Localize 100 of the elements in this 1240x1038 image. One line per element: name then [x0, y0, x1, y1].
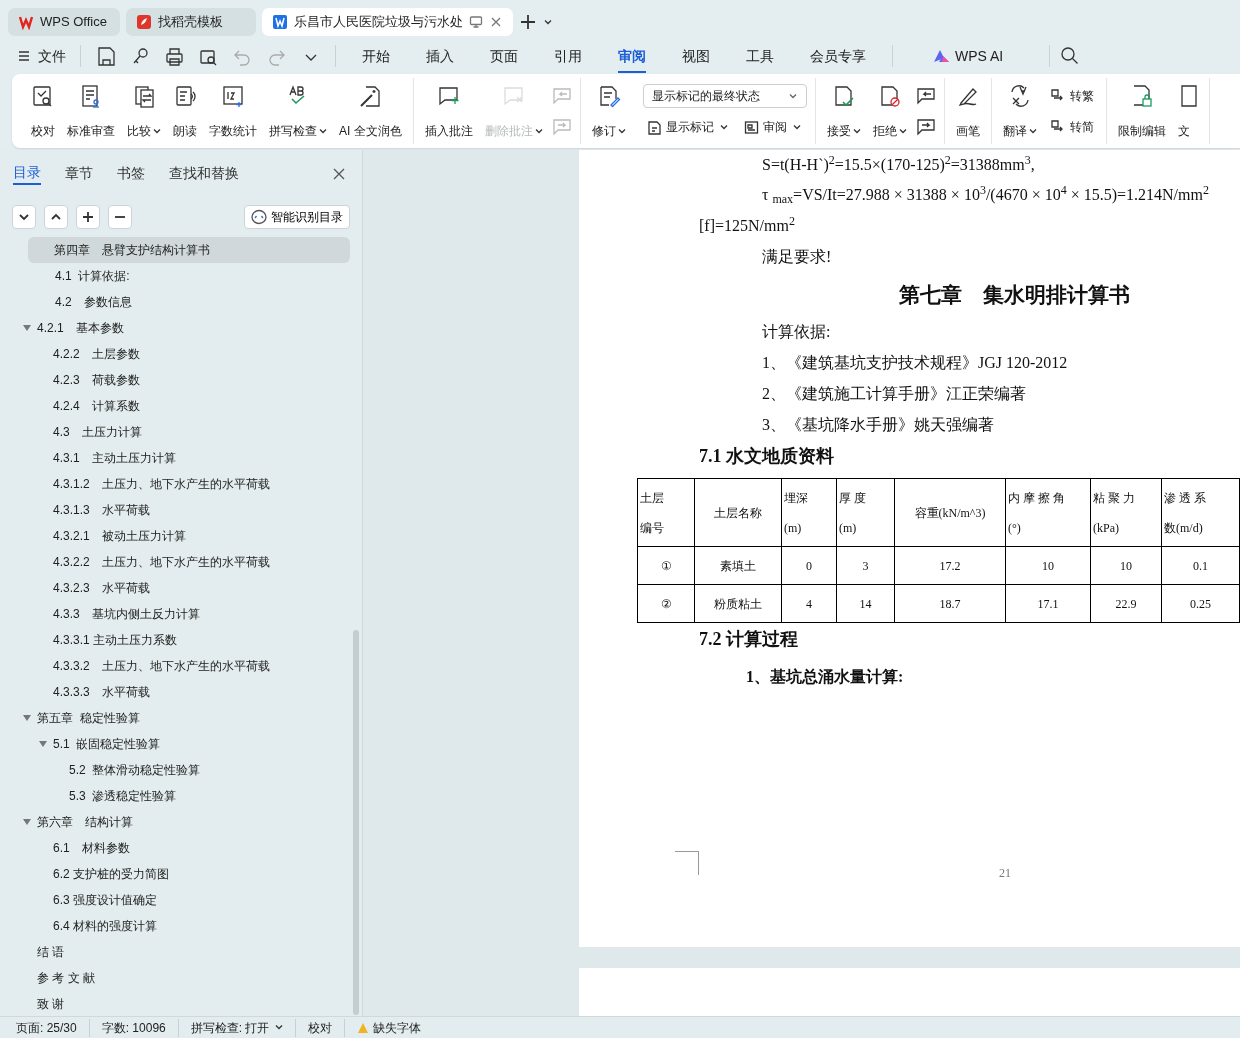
outline-item[interactable]: 4.3.3.2 土压力、地下水产生的水平荷载: [0, 653, 362, 679]
collapse-triangle-icon: [23, 817, 31, 826]
table-cell: 素填土: [694, 546, 782, 585]
ribbon-button[interactable]: 显示标记: [642, 116, 732, 138]
outline-item[interactable]: 4.3.2.2 土压力、地下水产生的水平荷载: [0, 549, 362, 575]
menu-tab[interactable]: 审阅: [606, 39, 658, 73]
outline-item[interactable]: 第五章 稳定性验算: [0, 705, 362, 731]
outline-item[interactable]: 6.4 材料的强度计算: [0, 913, 362, 939]
ribbon-button[interactable]: 标准审查: [62, 78, 120, 144]
collapse-triangle-icon: [23, 323, 31, 332]
add-comment-icon: [436, 84, 461, 108]
close-icon[interactable]: [332, 166, 346, 181]
status-button[interactable]: 缺失字体: [357, 1018, 434, 1037]
ribbon-button[interactable]: 字数统计: [204, 78, 262, 144]
outline-item[interactable]: 第四章 悬臂支护结构计算书: [28, 237, 350, 263]
ribbon-button[interactable]: 校对: [26, 78, 60, 144]
outline-item[interactable]: 4.2.3 荷载参数: [0, 367, 362, 393]
outline-item[interactable]: 4.3.1.3 水平荷载: [0, 497, 362, 523]
read-aloud-icon: [173, 84, 197, 108]
delete-comment-icon: [501, 84, 526, 108]
section-heading: 7.1 水文地质资料: [699, 446, 834, 466]
window-tab[interactable]: WPS Office: [8, 7, 120, 36]
table-cell: 17.2: [894, 546, 1006, 585]
ribbon-button[interactable]: 朗读: [168, 78, 202, 144]
window-tab[interactable]: 找稻壳模板: [126, 7, 256, 36]
table-cell: 4: [781, 584, 837, 623]
outline-item[interactable]: 5.2 整体滑动稳定性验算: [0, 757, 362, 783]
sidebar-tab[interactable]: 目录: [13, 162, 41, 185]
menu-tab[interactable]: 插入: [414, 39, 466, 73]
sidebar-tab[interactable]: 章节: [65, 163, 93, 184]
ribbon-button[interactable]: 拼写检查: [264, 78, 332, 144]
sidebar-tab[interactable]: 查找和替换: [169, 163, 239, 184]
menu-tab[interactable]: 引用: [542, 39, 594, 73]
save-icon[interactable]: [95, 45, 117, 67]
outline-item[interactable]: 4.2 参数信息: [0, 289, 362, 315]
outline-item[interactable]: 4.3 土压力计算: [0, 419, 362, 445]
caret-icon: [275, 1024, 284, 1031]
ribbon-button[interactable]: 翻译: [997, 78, 1042, 144]
table-header-cell: 土层编号: [637, 478, 695, 547]
ribbon-button[interactable]: 转简: [1045, 115, 1098, 138]
menu-tab[interactable]: 会员专享: [798, 39, 878, 73]
outline-item[interactable]: 结 语: [0, 939, 362, 965]
add-tab-icon[interactable]: [519, 12, 537, 31]
outline-item[interactable]: 4.1 计算依据:: [0, 263, 362, 289]
ribbon-button[interactable]: 画笔: [950, 78, 985, 144]
previous-comment-icon[interactable]: [915, 85, 936, 106]
outline-item[interactable]: 4.3.1.2 土压力、地下水产生的水平荷载: [0, 471, 362, 497]
plus-icon[interactable]: [81, 210, 95, 224]
outline-item[interactable]: 5.3 渗透稳定性验算: [0, 783, 362, 809]
outline-item[interactable]: 4.3.1 主动土压力计算: [0, 445, 362, 471]
file-menu-button[interactable]: 文件: [14, 39, 70, 73]
outline-item[interactable]: 6.2 支护桩的受力简图: [0, 861, 362, 887]
outline-item[interactable]: 4.2.4 计算系数: [0, 393, 362, 419]
outline-item[interactable]: 5.1 嵌固稳定性验算: [0, 731, 362, 757]
ribbon-button[interactable]: 拒绝: [867, 78, 912, 144]
outline-item[interactable]: 4.3.3.3 水平荷载: [0, 679, 362, 705]
table-cell: 3: [836, 546, 895, 585]
monitor-icon: [469, 14, 483, 29]
status-button[interactable]: 拼写检查: 打开: [190, 1018, 297, 1037]
ribbon-button[interactable]: 审阅: [739, 116, 805, 138]
outline-item[interactable]: 6.3 强度设计值确定: [0, 887, 362, 913]
sidebar-tab[interactable]: 书签: [117, 163, 145, 184]
menu-tab[interactable]: 视图: [670, 39, 722, 73]
ribbon-button[interactable]: 限制编辑: [1112, 78, 1171, 144]
magic-wand-icon: [358, 84, 383, 108]
collapse-triangle-icon: [39, 739, 47, 748]
ribbon-button[interactable]: 插入批注: [419, 78, 478, 144]
ribbon-button[interactable]: 接受: [821, 78, 866, 144]
wps-ai-button[interactable]: WPS AI: [921, 39, 1016, 73]
paragraph: 满足要求!: [762, 248, 832, 265]
print-icon[interactable]: [163, 45, 185, 67]
ribbon-button[interactable]: 转繁: [1045, 84, 1098, 107]
menu-tab[interactable]: 页面: [478, 39, 530, 73]
table-cell: 10: [1090, 546, 1162, 585]
outline-item[interactable]: 第六章 结构计算: [0, 809, 362, 835]
menu-tab[interactable]: 开始: [350, 39, 402, 73]
markup-select[interactable]: 显示标记的最终状态: [642, 84, 807, 108]
outline-item[interactable]: 4.2.1 基本参数: [0, 315, 362, 341]
menu-tab[interactable]: 工具: [734, 39, 786, 73]
outline-item[interactable]: 4.3.2.3 水平荷载: [0, 575, 362, 601]
ribbon-button[interactable]: 修订: [586, 78, 631, 144]
outline-item[interactable]: 6.1 材料参数: [0, 835, 362, 861]
chevron-down-icon: [787, 91, 798, 101]
scrollbar-thumb[interactable]: [353, 630, 359, 1015]
table-cell: 17.1: [1005, 584, 1091, 623]
outline-item[interactable]: 4.3.3.1 主动土压力系数: [0, 627, 362, 653]
outline-item[interactable]: 4.3.2.1 被动土压力计算: [0, 523, 362, 549]
window-tab[interactable]: 乐昌市人民医院垃圾与污水处: [262, 7, 513, 36]
outline-item[interactable]: 致 谢: [0, 991, 362, 1010]
outline-item[interactable]: 参 考 文 献: [0, 965, 362, 991]
next-comment-icon[interactable]: [915, 116, 936, 137]
status-text: 页面: 25/30: [16, 1018, 90, 1037]
ribbon-button[interactable]: 文: [1172, 78, 1203, 144]
ribbon-button[interactable]: 比较: [122, 78, 166, 144]
ai-logo-icon: [933, 49, 951, 63]
outline-item[interactable]: 4.3.3 基坑内侧土反力计算: [0, 601, 362, 627]
status-text: 字数: 10096: [101, 1018, 179, 1037]
outline-item[interactable]: 4.2.2 土层参数: [0, 341, 362, 367]
smart-outline-button[interactable]: 智能识别目录: [244, 205, 350, 229]
ribbon-button[interactable]: AI 全文润色: [334, 78, 407, 144]
